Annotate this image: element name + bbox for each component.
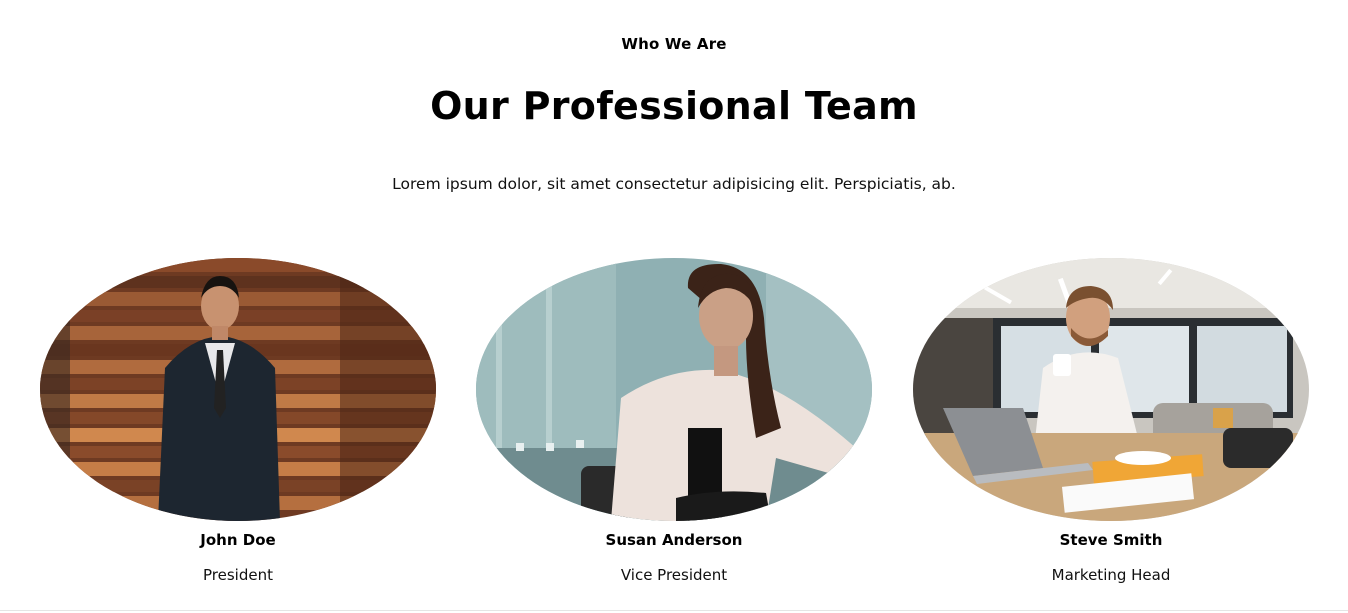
team-member-role: President	[203, 566, 273, 584]
woman-in-office-photo	[476, 258, 872, 521]
man-in-suit-photo	[40, 258, 436, 521]
team-member-role: Marketing Head	[1051, 566, 1171, 584]
team-member-name: Susan Anderson	[605, 531, 743, 549]
team-member-role: Vice President	[620, 566, 728, 584]
team-member-card: Steve Smith Marketing Head	[913, 258, 1309, 584]
team-member-card: Susan Anderson Vice President	[476, 258, 872, 584]
section-title: Our Professional Team	[430, 84, 918, 128]
team-member-name: John Doe	[200, 531, 276, 549]
team-member-name: Steve Smith	[1059, 531, 1163, 549]
team-member-photo	[40, 258, 436, 521]
team-member-photo	[913, 258, 1309, 521]
section-divider	[0, 610, 1348, 611]
team-member-photo	[476, 258, 872, 521]
section-eyebrow: Who We Are	[621, 35, 727, 53]
man-at-laptop-photo	[913, 258, 1309, 521]
section-subtitle: Lorem ipsum dolor, sit amet consectetur …	[392, 175, 956, 193]
team-member-card: John Doe President	[40, 258, 436, 584]
